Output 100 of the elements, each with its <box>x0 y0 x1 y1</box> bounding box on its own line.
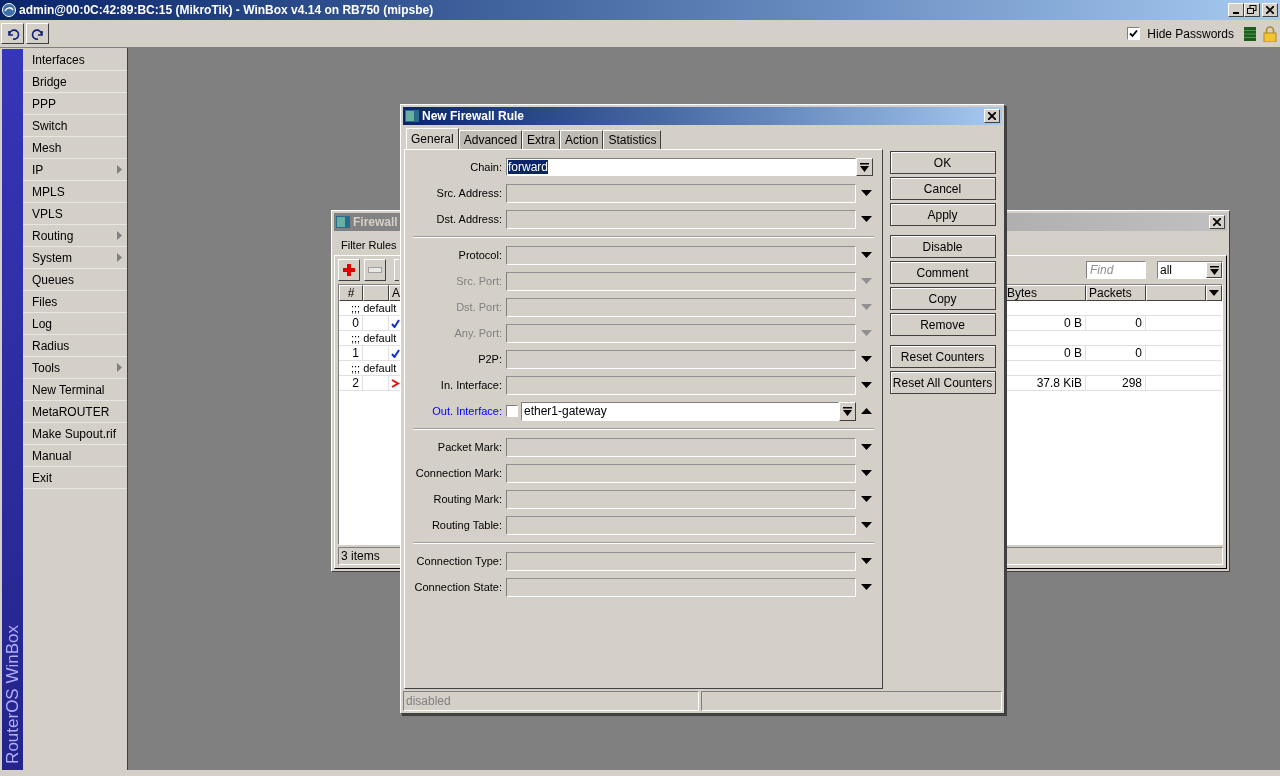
dialog-button[interactable]: Remove <box>889 313 996 336</box>
input-field[interactable] <box>506 577 856 597</box>
table-cell: 0 <box>1086 346 1146 360</box>
dialog-button[interactable]: Copy <box>889 287 996 310</box>
dialog-button[interactable]: Reset All Counters <box>889 371 996 394</box>
table-cell: 0 <box>1086 316 1146 330</box>
field-label: In. Interface: <box>439 377 502 393</box>
tab[interactable]: Advanced <box>458 130 523 149</box>
dropdown-arrow-icon <box>843 406 852 416</box>
negate-checkbox[interactable] <box>506 405 518 417</box>
field-label: Dst. Port: <box>455 299 502 315</box>
dialog-title: New Firewall Rule <box>422 108 526 125</box>
input-field[interactable] <box>506 515 856 535</box>
field-label: Out. Interface: <box>431 403 502 419</box>
dialog-button[interactable]: OK <box>889 151 996 174</box>
field-label: P2P: <box>477 351 502 367</box>
column-menu-button[interactable] <box>1206 285 1222 301</box>
triangle-icon <box>1209 290 1219 296</box>
field-label: Src. Address: <box>435 185 502 201</box>
out-interface-field[interactable]: ether1-gateway <box>521 401 839 421</box>
hide-passwords-checkbox[interactable] <box>1127 27 1141 40</box>
expand-arrow-icon[interactable] <box>861 190 872 196</box>
input-field[interactable] <box>506 489 856 509</box>
close-button[interactable] <box>1262 3 1278 17</box>
field-label: Dst. Address: <box>435 211 502 227</box>
column-header[interactable]: A <box>392 286 400 300</box>
minus-icon <box>368 267 382 273</box>
field-label: Connection State: <box>413 579 502 595</box>
close-button[interactable] <box>1209 215 1225 229</box>
field-label: Chain: <box>469 159 502 175</box>
expand-arrow-icon[interactable] <box>861 382 872 388</box>
input-field[interactable] <box>506 209 856 229</box>
remove-button[interactable] <box>364 259 386 281</box>
column-header[interactable] <box>363 285 389 301</box>
tab[interactable]: Statistics <box>603 130 662 149</box>
expand-arrow-icon[interactable] <box>861 496 872 502</box>
table-cell: 1 <box>339 346 363 360</box>
filter-dropdown[interactable]: all <box>1157 261 1223 279</box>
chain-field[interactable]: forward <box>506 158 856 176</box>
input-field[interactable] <box>506 375 856 395</box>
field-label: Packet Mark: <box>436 439 502 455</box>
close-button[interactable] <box>984 109 1000 123</box>
dialog-button[interactable]: Comment <box>889 261 996 284</box>
checkmark-icon <box>1129 29 1139 38</box>
expand-arrow-icon[interactable] <box>861 584 872 590</box>
lock-icon <box>1263 25 1277 42</box>
table-cell: 2 <box>339 376 363 390</box>
status-text: disabled <box>403 691 699 711</box>
expand-arrow-icon[interactable] <box>861 522 872 528</box>
expand-arrow-icon[interactable] <box>861 470 872 476</box>
input-field[interactable] <box>506 551 856 571</box>
input-field[interactable] <box>506 349 856 369</box>
add-button[interactable] <box>338 259 360 281</box>
dialog-button[interactable]: Cancel <box>889 177 996 200</box>
dialog-button[interactable]: Reset Counters <box>889 345 996 368</box>
app-logo-icon <box>2 3 16 17</box>
expand-arrow-icon[interactable] <box>861 444 872 450</box>
dropdown-arrow-icon <box>860 162 869 172</box>
hide-passwords-label: Hide Passwords <box>1147 25 1234 43</box>
table-cell: 0 <box>339 316 363 330</box>
tab[interactable]: General <box>406 128 459 149</box>
close-icon <box>1213 218 1221 226</box>
undo-icon <box>5 26 20 41</box>
field-label: Src. Port: <box>455 273 502 289</box>
status-bars-icon <box>1244 26 1256 41</box>
expand-arrow-icon[interactable] <box>861 216 872 222</box>
input-field[interactable] <box>506 245 856 265</box>
window-title: Firewall <box>353 214 398 231</box>
dialog-button[interactable]: Apply <box>889 203 996 226</box>
column-header[interactable] <box>1146 285 1206 301</box>
input-field[interactable] <box>506 463 856 483</box>
collapse-arrow-icon[interactable] <box>861 408 872 414</box>
toolbar-button[interactable] <box>394 259 399 281</box>
field-label: Connection Mark: <box>414 465 502 481</box>
expand-arrow-icon[interactable] <box>861 356 872 362</box>
check-icon <box>391 318 400 328</box>
comment-text: ;;; default <box>351 301 397 315</box>
undo-button[interactable] <box>1 23 24 44</box>
tab[interactable]: Action <box>560 130 604 149</box>
expand-arrow-icon[interactable] <box>861 252 872 258</box>
window-icon <box>336 216 350 228</box>
redo-button[interactable] <box>26 23 49 44</box>
window-icon <box>405 110 419 122</box>
minimize-button[interactable] <box>1228 3 1244 17</box>
input-field[interactable] <box>506 183 856 203</box>
dropdown-button[interactable] <box>856 158 873 176</box>
expand-arrow-icon[interactable] <box>861 558 872 564</box>
field-label: Any. Port: <box>453 325 502 341</box>
tab[interactable]: Extra <box>522 130 561 149</box>
close-icon <box>988 112 996 120</box>
table-cell: 298 <box>1086 376 1146 390</box>
comment-text: ;;; default <box>351 361 397 375</box>
window-title: admin@00:0C:42:89:BC:15 (MikroTik) - WinBox v4.14 on RB750 (mipsbe) <box>19 2 434 19</box>
restore-button[interactable] <box>1244 3 1260 17</box>
field-label: Protocol: <box>457 247 502 263</box>
chevron-icon <box>391 378 400 388</box>
dialog-button[interactable]: Disable <box>889 235 996 258</box>
input-field[interactable] <box>506 437 856 457</box>
find-field[interactable]: Find <box>1086 261 1146 279</box>
dropdown-button[interactable] <box>839 401 856 421</box>
